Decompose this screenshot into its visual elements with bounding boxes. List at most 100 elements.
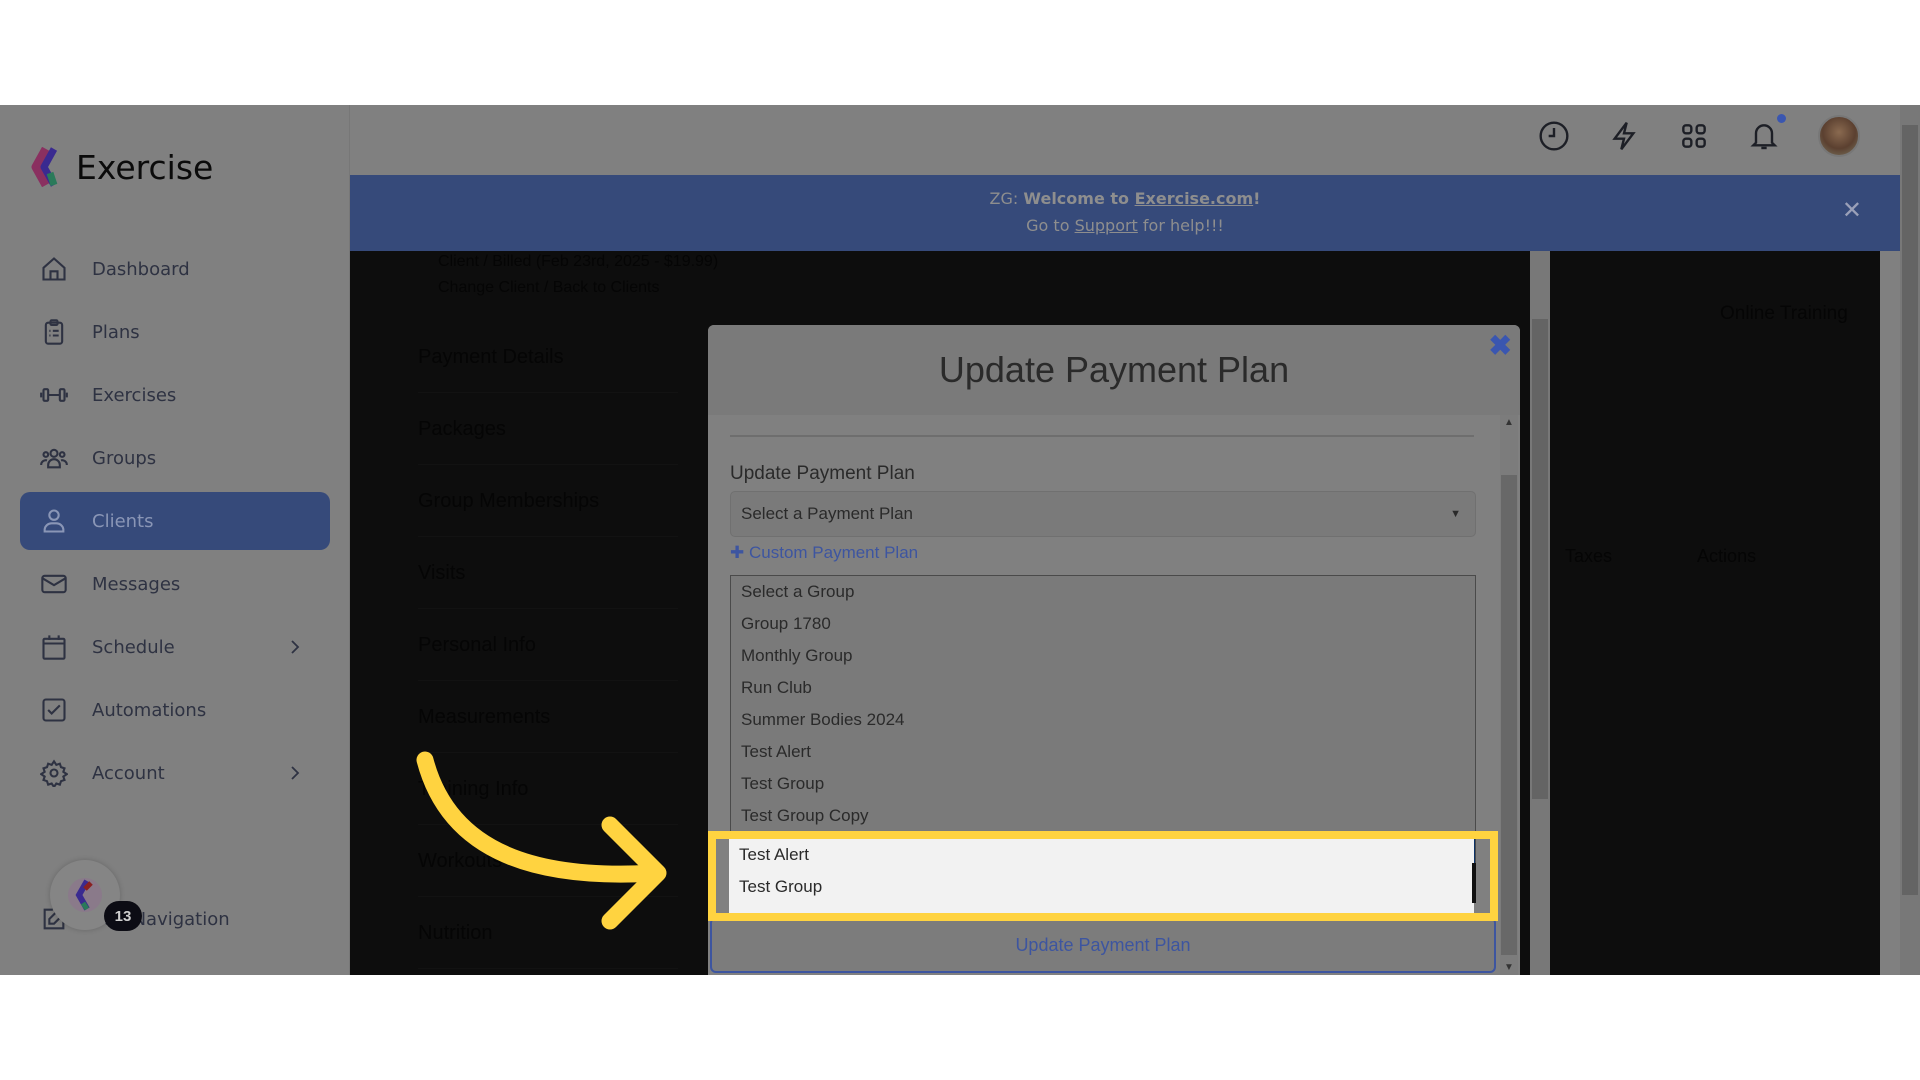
sidebar-item-schedule[interactable]: Schedule xyxy=(20,618,330,676)
sidebar-nav: Dashboard Plans Exercises Groups Clients… xyxy=(20,240,330,807)
sidebar-item-messages[interactable]: Messages xyxy=(20,555,330,613)
welcome-banner: ZG: Welcome to Exercise.com! Go to Suppo… xyxy=(350,175,1900,251)
sidebar-item-account[interactable]: Account xyxy=(20,744,330,802)
logo[interactable]: Exercise xyxy=(24,146,214,188)
quick-actions-button[interactable] xyxy=(1608,120,1640,152)
sidebar-item-label: Exercises xyxy=(92,384,177,406)
breadcrumb: Client / Billed (Feb 23rd, 2025 - $19.99… xyxy=(438,249,718,301)
clock-icon xyxy=(1539,121,1569,151)
sidebar-item-clients[interactable]: Clients xyxy=(20,492,330,550)
list-option[interactable]: Monthly Group xyxy=(731,640,1475,672)
top-bar xyxy=(350,105,1900,175)
modal-scrollbar[interactable]: ▲ ▼ xyxy=(1500,415,1518,975)
app-window: Exercise Dashboard Plans Exercises Group… xyxy=(0,105,1920,975)
calendar-icon xyxy=(42,635,66,660)
clipboard-icon xyxy=(44,319,64,345)
support-link[interactable]: Support xyxy=(1075,216,1138,235)
background-tabs: Online Training xyxy=(1630,303,1848,325)
sidebar-item-label: Dashboard xyxy=(92,258,190,280)
logo-icon xyxy=(24,146,62,188)
scrollbar-thumb[interactable] xyxy=(1532,319,1548,799)
payment-plan-select[interactable]: Select a Payment Plan ▼ xyxy=(730,491,1476,537)
notification-dot xyxy=(1777,114,1786,123)
menu-item: Personal Info xyxy=(418,609,678,681)
list-option[interactable]: Summer Bodies 2024 xyxy=(731,704,1475,736)
sidebar-item-label: Clients xyxy=(92,510,154,532)
modal-header: Update Payment Plan ✖ xyxy=(708,325,1520,415)
sidebar-item-groups[interactable]: Groups xyxy=(20,429,330,487)
dumbbell-icon xyxy=(40,388,68,402)
banner-prefix: ZG: xyxy=(989,189,1024,208)
annotation-arrow-icon xyxy=(416,751,667,930)
mail-icon xyxy=(41,574,67,594)
sidebar: Exercise Dashboard Plans Exercises Group… xyxy=(0,105,350,975)
sidebar-item-label: Schedule xyxy=(92,636,175,658)
sidebar-item-label: Plans xyxy=(92,321,140,343)
menu-item: Measurements xyxy=(418,681,678,753)
sidebar-item-exercises[interactable]: Exercises xyxy=(20,366,330,424)
home-icon xyxy=(42,257,66,281)
site-link[interactable]: Exercise.com xyxy=(1135,189,1254,208)
caret-down-icon: ▼ xyxy=(1450,508,1461,520)
window-scrollbar[interactable] xyxy=(1900,105,1920,975)
notifications-button[interactable] xyxy=(1748,114,1786,152)
sidebar-item-label: Automations xyxy=(92,699,207,721)
menu-item: Visits xyxy=(418,537,678,609)
plus-icon: ✚ xyxy=(730,543,745,562)
apps-button[interactable] xyxy=(1678,120,1710,152)
sidebar-item-label: Groups xyxy=(92,447,157,469)
select-value: Select a Payment Plan xyxy=(741,504,913,523)
client-links: Change Client / Back to Clients xyxy=(438,279,660,296)
column-actions: Actions xyxy=(1697,546,1757,566)
field-label: Update Payment Plan xyxy=(730,463,915,484)
tab-online-training: Online Training xyxy=(1720,303,1848,324)
users-icon xyxy=(40,448,68,469)
menu-item: Packages xyxy=(418,393,678,465)
brand-logo-icon xyxy=(68,878,102,912)
checkbox-icon xyxy=(42,698,66,722)
banner-text: for help!!! xyxy=(1137,216,1224,235)
chevron-right-icon xyxy=(291,766,300,780)
list-option[interactable]: Group 1780 xyxy=(731,608,1475,640)
column-taxes: Taxes xyxy=(1565,546,1613,566)
page-scrollbar[interactable] xyxy=(1530,251,1550,975)
banner-line-1: ZG: Welcome to Exercise.com! xyxy=(350,185,1900,212)
chevron-right-icon xyxy=(291,640,300,654)
menu-item: Payment Details xyxy=(418,321,678,393)
scroll-down-icon[interactable]: ▼ xyxy=(1504,962,1514,973)
background-table-header: Taxes Actions xyxy=(1565,546,1756,567)
sidebar-item-automations[interactable]: Automations xyxy=(20,681,330,739)
close-icon[interactable]: ✖ xyxy=(1489,331,1512,361)
header-actions xyxy=(1538,114,1860,157)
list-option[interactable]: Test Group xyxy=(731,768,1475,800)
banner-exclamation: ! xyxy=(1253,189,1261,208)
update-payment-plan-button[interactable]: Update Payment Plan xyxy=(710,917,1496,973)
history-button[interactable] xyxy=(1538,120,1570,152)
app-name: Exercise xyxy=(76,147,214,187)
list-option[interactable]: Test Group Copy xyxy=(731,800,1475,832)
custom-payment-plan-link[interactable]: ✚ Custom Payment Plan xyxy=(730,543,918,563)
close-banner-icon[interactable]: ✕ xyxy=(1842,197,1862,224)
annotation-highlight-box xyxy=(708,831,1498,921)
gear-icon xyxy=(40,759,68,787)
modal-title: Update Payment Plan xyxy=(938,349,1290,390)
notification-count-badge: 13 xyxy=(104,901,142,931)
sidebar-item-label: Messages xyxy=(92,573,181,595)
custom-link-label: Custom Payment Plan xyxy=(748,543,919,562)
banner-welcome: Welcome to xyxy=(1023,189,1135,208)
list-option[interactable]: Test Alert xyxy=(731,736,1475,768)
scrollbar-thumb[interactable] xyxy=(1902,125,1918,895)
banner-text: Go to xyxy=(1026,216,1075,235)
bell-icon xyxy=(1750,124,1778,150)
lightning-icon xyxy=(1612,121,1636,151)
list-option[interactable]: Run Club xyxy=(731,672,1475,704)
client-status: Client / Billed (Feb 23rd, 2025 - $19.99… xyxy=(438,253,719,270)
sidebar-item-plans[interactable]: Plans xyxy=(20,303,330,361)
divider xyxy=(730,435,1474,437)
scroll-up-icon[interactable]: ▲ xyxy=(1504,417,1514,428)
scrollbar-thumb[interactable] xyxy=(1501,475,1517,955)
user-icon xyxy=(43,509,65,533)
sidebar-item-dashboard[interactable]: Dashboard xyxy=(20,240,330,298)
list-option[interactable]: Select a Group xyxy=(731,576,1475,608)
user-avatar[interactable] xyxy=(1818,115,1860,157)
